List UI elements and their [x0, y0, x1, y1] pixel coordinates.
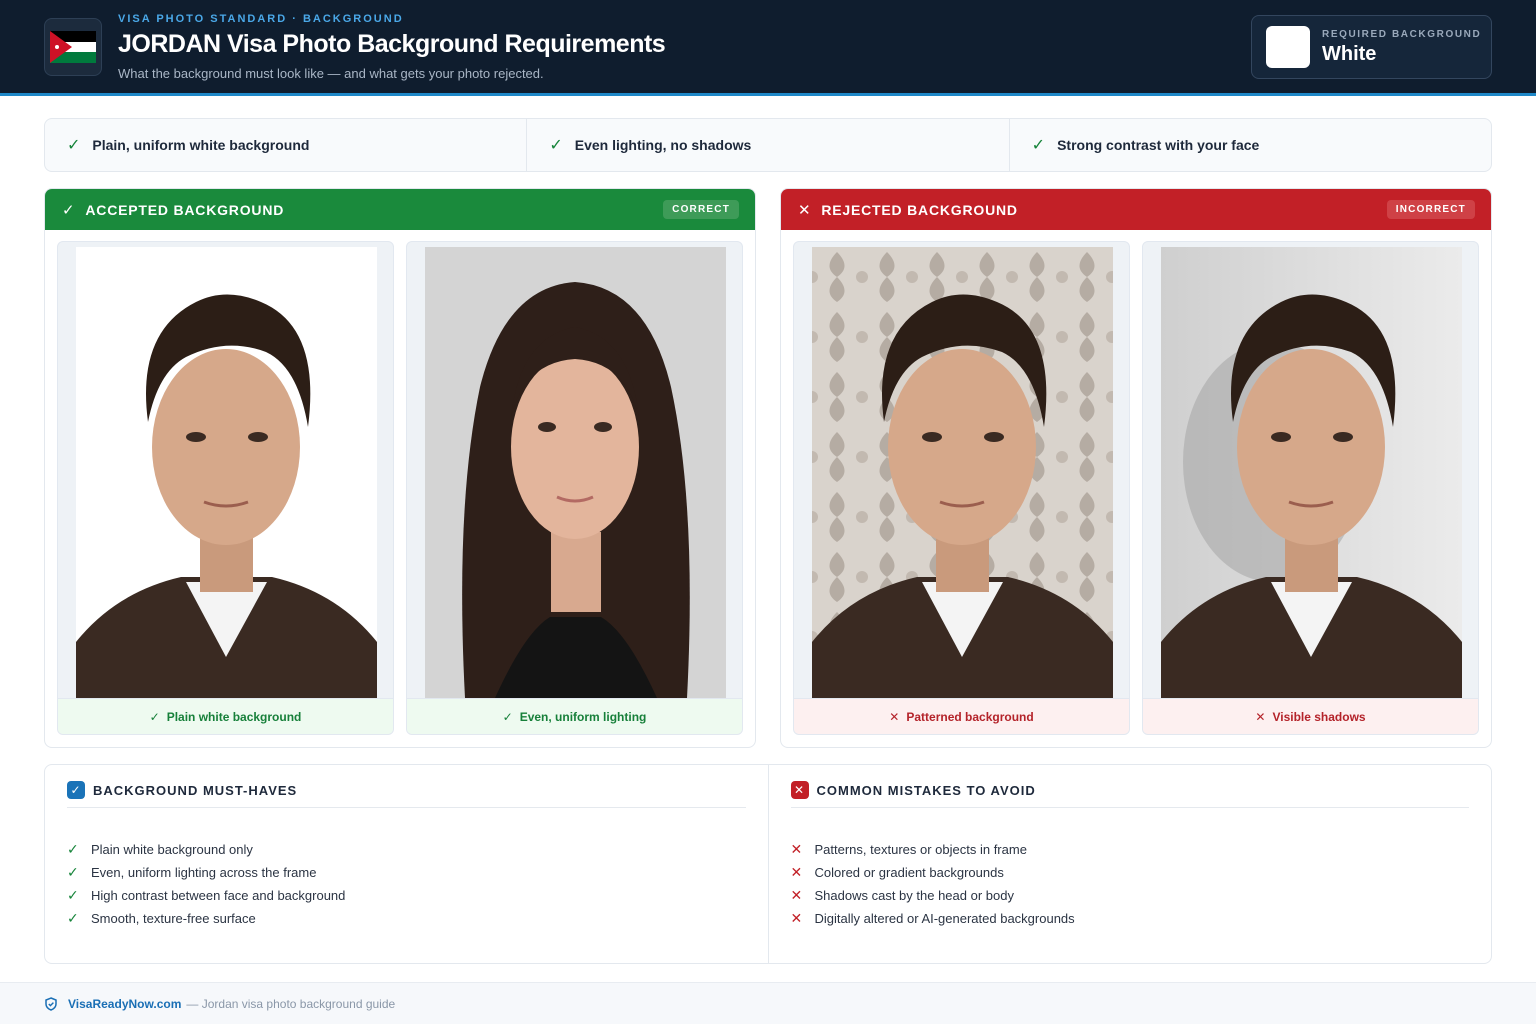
- check-icon: ✓: [149, 709, 160, 724]
- list-item-text: Patterns, textures or objects in frame: [814, 842, 1027, 857]
- example-photo: [1161, 247, 1462, 698]
- cross-icon: ✕: [889, 709, 900, 724]
- cross-icon: ✕: [798, 201, 812, 219]
- background-color-swatch: [1266, 26, 1310, 68]
- photo-caption-text: Plain white background: [166, 709, 302, 724]
- check-icon: ✓: [67, 910, 79, 926]
- header-eyebrow: VISA PHOTO STANDARD · BACKGROUND: [118, 13, 404, 25]
- cross-icon: ✕: [1255, 709, 1266, 724]
- rule-label: Strong contrast with your face: [1057, 137, 1260, 153]
- check-icon: ✓: [67, 864, 79, 880]
- check-icon: ✓: [1031, 137, 1046, 154]
- rule-item: ✓ Plain, uniform white background: [45, 119, 528, 171]
- list-item: ✕ Shadows cast by the head or body: [791, 884, 1470, 907]
- divider: [790, 807, 1469, 808]
- cross-icon: ✕: [790, 910, 803, 926]
- example-photo: [812, 247, 1113, 698]
- cross-icon: ✕: [790, 841, 803, 857]
- photo-caption: ✕ Patterned background: [794, 698, 1129, 734]
- must-haves-column: ✓ BACKGROUND MUST-HAVES ✓ Plain white bac…: [45, 765, 768, 963]
- correct-badge: CORRECT: [663, 200, 739, 219]
- check-icon: ✓: [502, 709, 513, 724]
- example-photo-card: ✓ Plain white background: [57, 241, 394, 735]
- portrait-woman-even-lighting: [425, 247, 726, 698]
- example-photo-card: ✓ Even, uniform lighting: [406, 241, 743, 735]
- guidelines-section: ✓ BACKGROUND MUST-HAVES ✓ Plain white bac…: [44, 764, 1492, 964]
- example-photo: [425, 247, 726, 698]
- photo-caption-text: Even, uniform lighting: [519, 709, 647, 724]
- rule-item: ✓ Even lighting, no shadows: [527, 119, 1010, 171]
- cross-icon: ✕: [790, 887, 803, 903]
- mistakes-header: ✕ COMMON MISTAKES TO AVOID: [790, 779, 1470, 801]
- list-item-text: Colored or gradient backgrounds: [814, 865, 1004, 880]
- page-header: VISA PHOTO STANDARD · BACKGROUND JORDAN …: [0, 0, 1536, 96]
- jordan-flag-icon: [50, 31, 96, 63]
- list-item: ✓ Smooth, texture-free surface: [67, 907, 746, 930]
- photo-caption-text: Visible shadows: [1272, 709, 1366, 724]
- rejected-panel-header: ✕ REJECTED BACKGROUND INCORRECT: [781, 189, 1491, 230]
- rule-item: ✓ Strong contrast with your face: [1010, 119, 1491, 171]
- accepted-panel: ✓ ACCEPTED BACKGROUND CORRECT ✓ Plain wh…: [44, 188, 756, 748]
- check-icon: ✓: [67, 137, 81, 154]
- list-item: ✕ Colored or gradient backgrounds: [791, 861, 1470, 884]
- checkbox-icon: ✓: [67, 781, 85, 799]
- mistakes-list: ✕ Patterns, textures or objects in frame …: [791, 838, 1470, 930]
- key-rules-bar: ✓ Plain, uniform white background ✓ Even…: [44, 118, 1492, 172]
- shield-icon: [45, 996, 57, 1011]
- accepted-panel-title: ACCEPTED BACKGROUND: [85, 201, 285, 218]
- rule-label: Plain, uniform white background: [92, 137, 310, 153]
- page-footer: VisaReadyNow.com — Jordan visa photo bac…: [0, 982, 1536, 1024]
- rule-label: Even lighting, no shadows: [574, 137, 752, 153]
- example-photo: [76, 247, 377, 698]
- list-item: ✕ Digitally altered or AI-generated backg…: [791, 907, 1470, 930]
- must-haves-list: ✓ Plain white background only ✓ Even, unif…: [67, 838, 746, 930]
- check-icon: ✓: [67, 841, 79, 857]
- flag-badge: [44, 18, 102, 76]
- divider: [67, 807, 746, 808]
- list-item-text: Even, uniform lighting across the frame: [91, 865, 317, 880]
- list-item-text: Digitally altered or AI-generated backgr…: [814, 911, 1075, 926]
- portrait-man-visible-shadows: [1161, 247, 1462, 698]
- required-background-value: White: [1322, 43, 1377, 65]
- cross-box-icon: ✕: [790, 781, 809, 799]
- list-item: ✓ Plain white background only: [67, 838, 746, 861]
- mistakes-column: ✕ COMMON MISTAKES TO AVOID ✕ Patterns, te…: [767, 765, 1492, 963]
- check-icon: ✓: [62, 201, 76, 219]
- rejected-panel-title: REJECTED BACKGROUND: [821, 201, 1018, 218]
- must-haves-title: BACKGROUND MUST-HAVES: [93, 782, 298, 798]
- list-item: ✕ Patterns, textures or objects in frame: [791, 838, 1470, 861]
- page-title: JORDAN Visa Photo Background Requirement…: [118, 30, 666, 58]
- list-item-text: Shadows cast by the head or body: [814, 888, 1014, 903]
- check-icon: ✓: [549, 137, 563, 154]
- portrait-man-patterned-background: [812, 247, 1113, 698]
- list-item: ✓ Even, uniform lighting across the frame: [67, 861, 746, 884]
- example-photo-card: ✕ Visible shadows: [1142, 241, 1479, 735]
- required-background-card: REQUIRED BACKGROUND White: [1251, 15, 1492, 79]
- portrait-man-plain-white: [76, 247, 377, 698]
- photo-caption: ✓ Plain white background: [58, 698, 393, 734]
- incorrect-badge: INCORRECT: [1386, 200, 1475, 219]
- list-item-text: High contrast between face and backgroun…: [91, 888, 346, 903]
- page-subtitle: What the background must look like — and…: [118, 66, 544, 81]
- check-icon: ✓: [67, 887, 79, 903]
- list-item-text: Plain white background only: [91, 842, 253, 857]
- must-haves-header: ✓ BACKGROUND MUST-HAVES: [67, 779, 746, 801]
- photo-caption: ✕ Visible shadows: [1143, 698, 1478, 734]
- footer-description: — Jordan visa photo background guide: [186, 996, 396, 1011]
- photo-caption: ✓ Even, uniform lighting: [407, 698, 742, 734]
- footer-brand-link[interactable]: VisaReadyNow.com: [68, 997, 181, 1011]
- example-photo-card: ✕ Patterned background: [793, 241, 1130, 735]
- list-item-text: Smooth, texture-free surface: [91, 911, 256, 926]
- accepted-panel-header: ✓ ACCEPTED BACKGROUND CORRECT: [45, 189, 755, 230]
- mistakes-title: COMMON MISTAKES TO AVOID: [816, 782, 1036, 798]
- photo-caption-text: Patterned background: [906, 709, 1034, 724]
- rejected-panel: ✕ REJECTED BACKGROUND INCORRECT ✕ Patter…: [780, 188, 1492, 748]
- cross-icon: ✕: [790, 864, 803, 880]
- required-background-label: REQUIRED BACKGROUND: [1322, 29, 1482, 40]
- list-item: ✓ High contrast between face and backgrou…: [67, 884, 746, 907]
